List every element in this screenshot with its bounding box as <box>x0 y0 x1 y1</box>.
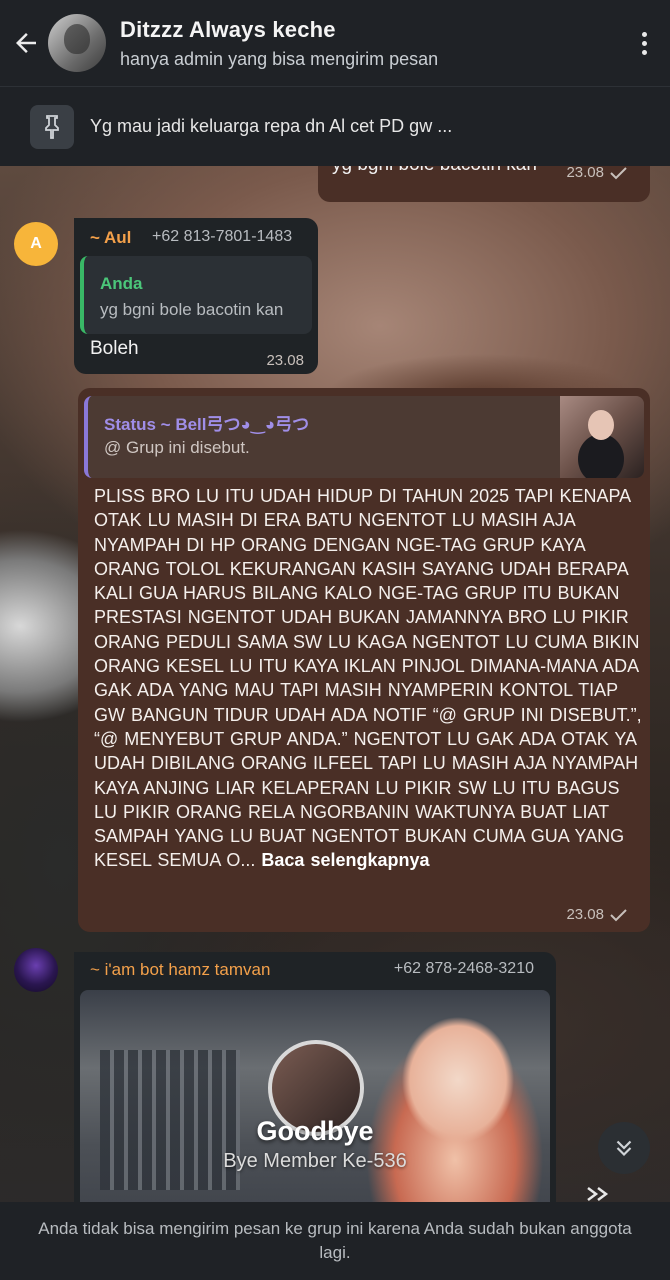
message-text: Boleh <box>90 338 139 359</box>
sender-phone: +62 813-7801-1483 <box>152 228 293 245</box>
read-more-link[interactable]: Baca selengkapnya <box>261 850 429 870</box>
sender-name[interactable]: ~ i'am bot hamz tamvan <box>90 960 270 980</box>
notice-text: Anda tidak bisa mengirim pesan ke grup i… <box>38 1219 632 1262</box>
scroll-to-bottom-button[interactable] <box>598 1122 650 1174</box>
chat-area[interactable]: yg bgni bole bacotin kan 23.08 A ~ Aul +… <box>0 166 670 1202</box>
quoted-sender: Anda <box>100 274 143 293</box>
kebab-menu-icon[interactable] <box>618 0 670 86</box>
outgoing-message[interactable]: yg bgni bole bacotin kan 23.08 <box>318 166 650 202</box>
forward-icon[interactable] <box>584 1184 614 1202</box>
check-icon <box>610 908 627 921</box>
double-chevron-down-icon <box>616 1140 632 1157</box>
back-button[interactable] <box>0 0 52 86</box>
time-label: 23.08 <box>566 906 604 923</box>
sender-phone: +62 878-2468-3210 <box>393 960 534 977</box>
pin-icon <box>30 104 74 149</box>
outgoing-message[interactable]: Status ~ Bell⼸つ◕‿◕⼸つ @ Grup ini disebut.… <box>78 388 650 932</box>
chat-header: Ditzzz Always keche hanya admin yang bis… <box>0 0 670 86</box>
incoming-message[interactable]: ~ Aul +62 813-7801-1483 Anda yg bgni bol… <box>74 218 318 374</box>
chat-title: Ditzzz Always keche <box>120 16 336 42</box>
image-subtitle: Bye Member Ke-536 <box>223 1150 407 1172</box>
message-text: PLISS BRO LU ITU UDAH HIDUP DI TAHUN 202… <box>94 484 642 873</box>
message-image[interactable]: Goodbye Bye Member Ke-536 <box>80 990 550 1202</box>
message-body: PLISS BRO LU ITU UDAH HIDUP DI TAHUN 202… <box>94 486 642 871</box>
quoted-status[interactable]: Status ~ Bell⼸つ◕‿◕⼸つ @ Grup ini disebut. <box>84 396 644 478</box>
input-disabled-notice: Anda tidak bisa mengirim pesan ke grup i… <box>0 1202 670 1280</box>
quoted-text: yg bgni bole bacotin kan <box>100 300 284 319</box>
message-text: yg bgni bole bacotin kan <box>332 166 537 176</box>
time-label: 23.08 <box>566 166 604 181</box>
sender-name[interactable]: ~ Aul <box>90 228 131 248</box>
message-time: 23.08 <box>566 906 628 923</box>
arrow-left-icon <box>16 33 36 53</box>
sender-avatar[interactable]: A <box>14 222 58 266</box>
pinned-message-bar[interactable]: Yg mau jadi keluarga repa dn Al cet PD g… <box>0 86 670 166</box>
quoted-sender: Status ~ Bell⼸つ◕‿◕⼸つ <box>104 415 310 434</box>
sender-avatar[interactable] <box>14 948 58 992</box>
chat-subtitle: hanya admin yang bisa mengirim pesan <box>120 48 439 69</box>
message-time: 23.08 <box>266 352 304 369</box>
pinned-text: Yg mau jadi keluarga repa dn Al cet PD g… <box>90 116 453 136</box>
check-icon <box>610 166 627 179</box>
group-avatar[interactable] <box>48 14 106 72</box>
quoted-text: @ Grup ini disebut. <box>104 438 250 457</box>
chat-title-area[interactable]: Ditzzz Always keche hanya admin yang bis… <box>120 17 618 70</box>
incoming-message[interactable]: ~ i'am bot hamz tamvan +62 878-2468-3210… <box>74 952 556 1202</box>
quoted-message[interactable]: Anda yg bgni bole bacotin kan <box>80 256 312 334</box>
image-title: Goodbye <box>256 1116 374 1146</box>
status-thumbnail <box>560 396 644 478</box>
message-time: 23.08 <box>566 166 628 181</box>
